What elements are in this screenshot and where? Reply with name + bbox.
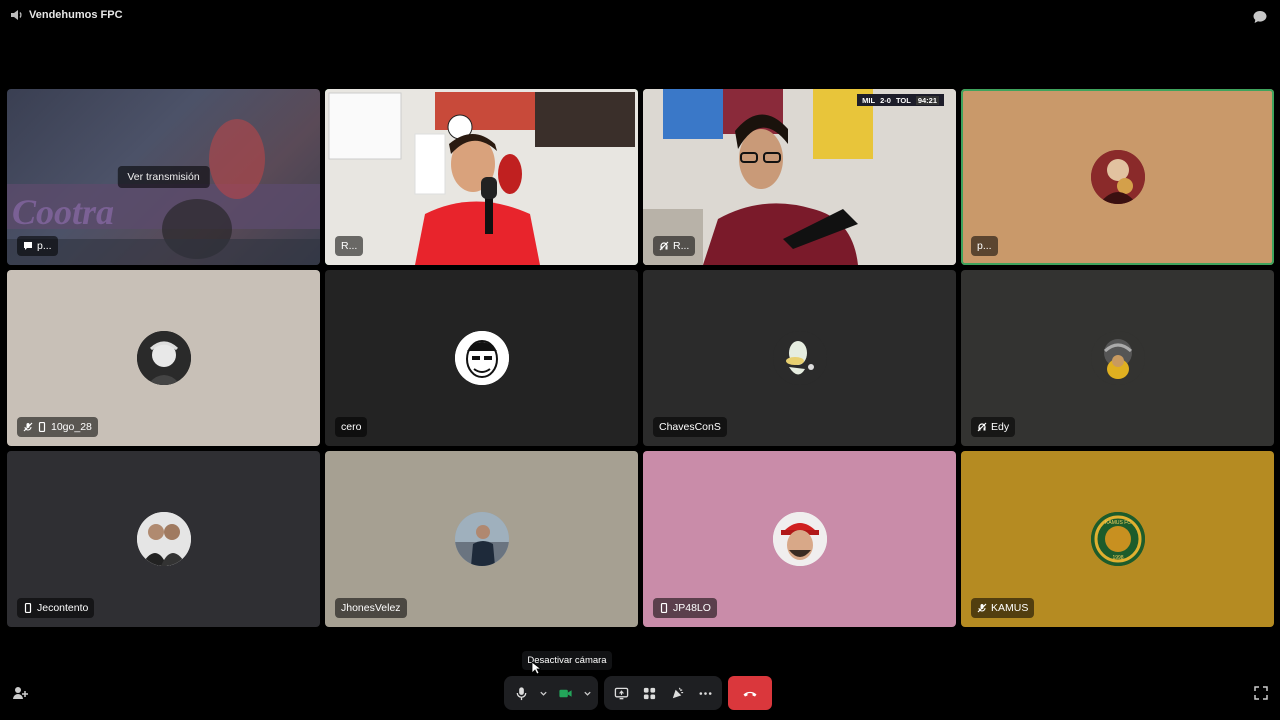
screenshare-icon xyxy=(614,687,628,699)
stream-chat-icon xyxy=(24,242,32,250)
participant-avatar xyxy=(772,512,827,566)
action-control-group xyxy=(604,676,722,710)
speaker-icon xyxy=(11,10,22,20)
fullscreen-icon xyxy=(1254,686,1268,700)
stream-nametag: p... xyxy=(17,236,58,256)
participant-nametag: cero xyxy=(335,417,368,437)
participant-avatar xyxy=(454,512,509,566)
more-icon xyxy=(699,691,711,695)
channel-name: Vendehumos FPC xyxy=(29,9,123,21)
participant-tile[interactable]: 10go_28 xyxy=(7,270,320,446)
participant-nametag: R... xyxy=(335,236,364,256)
participant-nametag: Edy xyxy=(971,417,1016,437)
stream-tile[interactable]: Cootra Ver transmisión p... xyxy=(7,89,320,265)
participant-name: 10go_28 xyxy=(51,421,92,433)
participant-nametag: Jecontento xyxy=(17,598,95,618)
participant-nametag: ChavesConS xyxy=(653,417,727,437)
participant-name: KAMUS xyxy=(991,602,1029,614)
kamus-badge: KAMUS FC 1998 xyxy=(1090,512,1145,566)
disconnect-button[interactable] xyxy=(728,676,772,710)
deafened-icon xyxy=(977,422,987,432)
video-grid: Cootra Ver transmisión p... R... MIL 2-0… xyxy=(7,89,1274,627)
activities-icon xyxy=(643,687,655,699)
participant-tile[interactable]: cero xyxy=(325,270,638,446)
participant-avatar xyxy=(1090,331,1145,385)
participant-name: cero xyxy=(341,421,362,433)
camera-icon xyxy=(558,689,572,697)
participant-tile[interactable]: Edy xyxy=(961,270,1274,446)
participant-name: R... xyxy=(673,240,690,252)
top-bar: Vendehumos FPC xyxy=(0,0,1280,34)
chat-icon xyxy=(1253,11,1267,23)
mic-button[interactable] xyxy=(508,680,534,706)
participant-avatar: KAMUS FC 1998 xyxy=(1090,512,1145,566)
soundboard-icon xyxy=(672,687,683,698)
participant-tile[interactable]: KAMUS FC 1998 KAMUS xyxy=(961,451,1274,627)
muted-mic-icon xyxy=(977,603,987,613)
participant-name: Jecontento xyxy=(37,602,89,614)
participant-nametag: KAMUS xyxy=(971,598,1035,618)
add-user-icon xyxy=(13,687,28,699)
mic-icon xyxy=(516,686,526,700)
participant-name: JhonesVelez xyxy=(341,602,401,614)
muted-mic-icon xyxy=(23,422,33,432)
svg-text:Cootra: Cootra xyxy=(12,192,114,232)
hangup-icon xyxy=(743,691,757,697)
participant-tile[interactable]: JhonesVelez xyxy=(325,451,638,627)
participant-tile[interactable]: p... xyxy=(961,89,1274,265)
participant-tile[interactable]: ChavesConS xyxy=(643,270,956,446)
participant-avatar xyxy=(1090,150,1145,204)
participant-nametag: R... xyxy=(653,236,696,256)
score-away-team: TOL xyxy=(895,95,911,105)
mic-control-group xyxy=(504,676,598,710)
participant-avatar xyxy=(772,331,827,385)
participant-tile[interactable]: R... xyxy=(325,89,638,265)
participant-nametag: 10go_28 xyxy=(17,417,98,437)
participant-tile[interactable]: MIL 2-0 TOL 94:21 R... xyxy=(643,89,956,265)
participant-tile[interactable]: JP48LO xyxy=(643,451,956,627)
participant-name: Edy xyxy=(991,421,1010,433)
camera-options-button[interactable] xyxy=(580,680,594,706)
chevron-down-icon xyxy=(583,691,591,696)
watch-stream-button[interactable]: Ver transmisión xyxy=(117,166,210,188)
activities-button[interactable] xyxy=(636,680,662,706)
camera-feed-image xyxy=(325,89,638,265)
screenshare-button[interactable] xyxy=(608,680,634,706)
channel-header: Vendehumos FPC xyxy=(10,9,123,21)
mobile-icon xyxy=(660,603,668,613)
participant-avatar xyxy=(136,512,191,566)
call-controls xyxy=(504,676,772,710)
score-value: 2-0 xyxy=(880,95,891,105)
participant-tile[interactable]: Jecontento xyxy=(7,451,320,627)
participant-nametag: p... xyxy=(971,236,998,256)
scoreboard: MIL 2-0 TOL 94:21 xyxy=(857,94,944,106)
score-home-team: MIL xyxy=(862,95,876,105)
score-clock: 94:21 xyxy=(915,95,939,105)
fullscreen-button[interactable] xyxy=(1253,685,1269,701)
participant-avatar xyxy=(136,331,191,385)
participant-name: ChavesConS xyxy=(659,421,721,433)
participant-name: p... xyxy=(977,240,992,252)
chat-button[interactable] xyxy=(1252,9,1268,25)
kamus-badge-top: KAMUS FC xyxy=(1105,520,1131,526)
invite-button[interactable] xyxy=(12,685,28,701)
soundboard-button[interactable] xyxy=(664,680,690,706)
camera-button[interactable] xyxy=(552,680,578,706)
deafened-icon xyxy=(659,241,669,251)
participant-name: JP48LO xyxy=(673,602,711,614)
participant-nametag: JhonesVelez xyxy=(335,598,407,618)
chevron-down-icon xyxy=(539,691,547,696)
mic-options-button[interactable] xyxy=(536,680,550,706)
mobile-icon xyxy=(24,603,32,613)
participant-name: R... xyxy=(341,240,358,252)
stream-owner-name: p... xyxy=(37,240,52,252)
participant-avatar xyxy=(454,331,509,385)
participant-nametag: JP48LO xyxy=(653,598,717,618)
kamus-badge-year: 1998 xyxy=(1112,555,1123,561)
more-options-button[interactable] xyxy=(692,680,718,706)
mouse-cursor-icon xyxy=(531,661,541,675)
mobile-icon xyxy=(38,422,46,432)
